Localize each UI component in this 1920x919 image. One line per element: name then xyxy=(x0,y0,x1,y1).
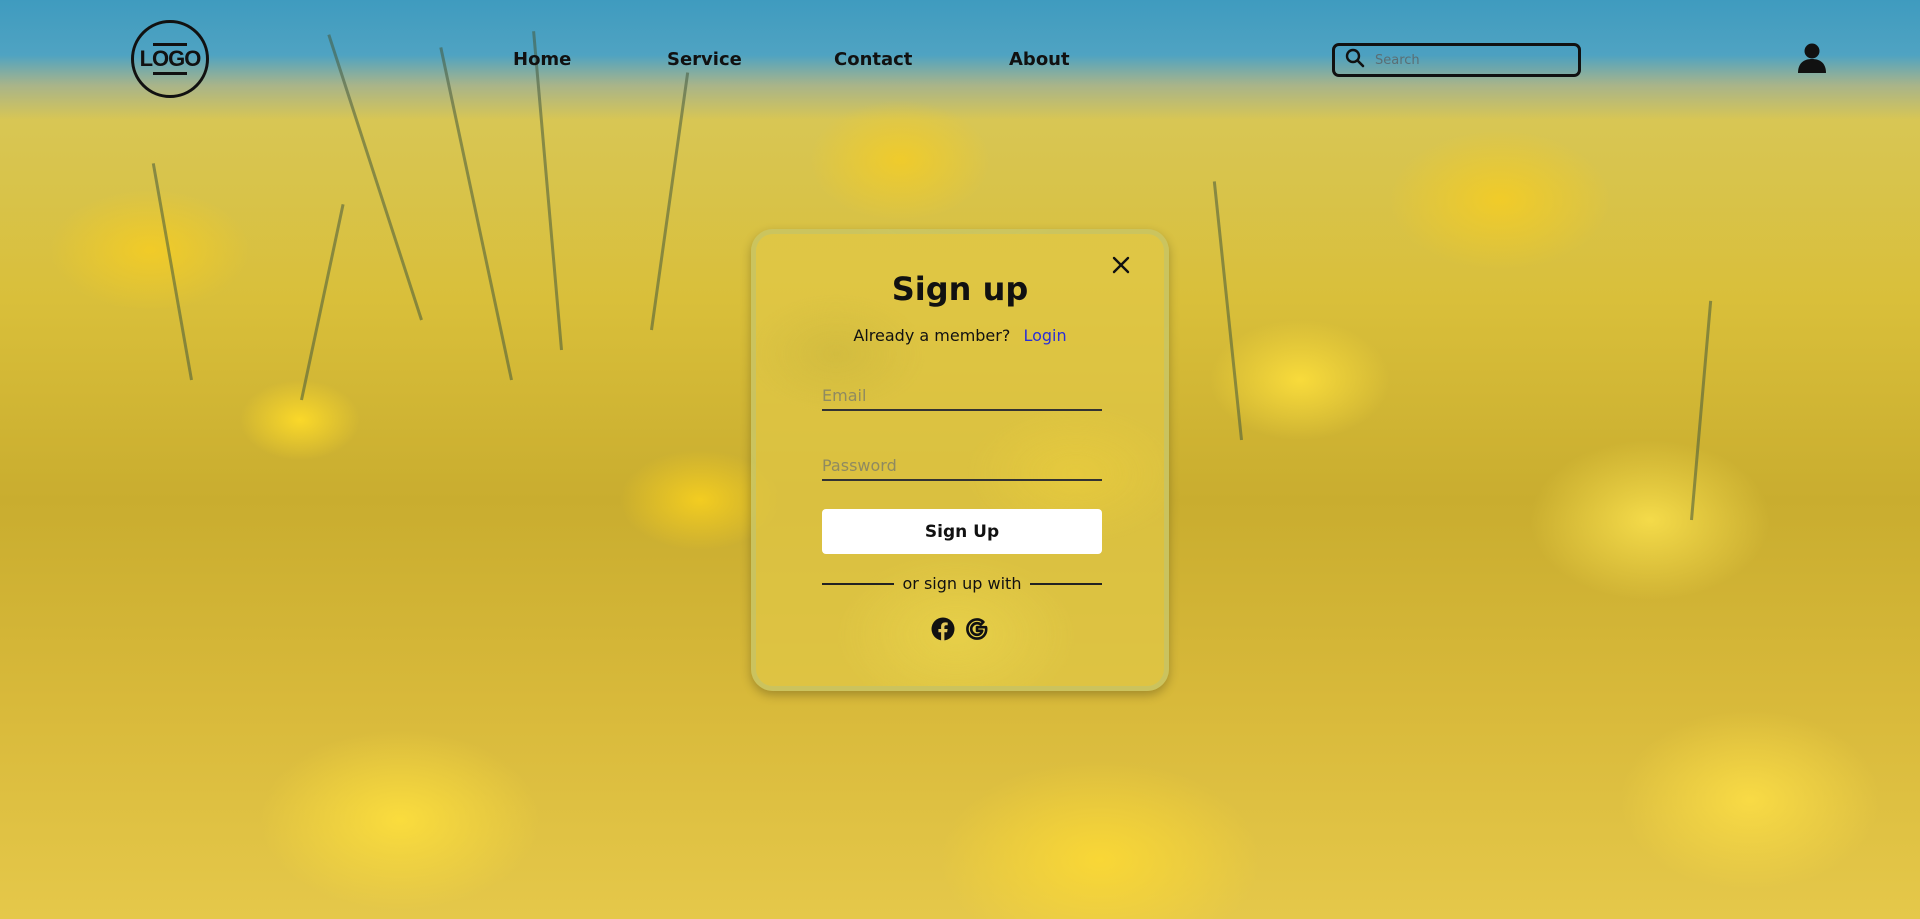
search-box[interactable] xyxy=(1332,43,1581,77)
logo-text: LOGO xyxy=(139,46,202,71)
password-field[interactable] xyxy=(822,452,1102,481)
nav-contact[interactable]: Contact xyxy=(834,48,912,72)
google-icon[interactable] xyxy=(965,617,989,645)
divider-text: or sign up with xyxy=(902,574,1022,593)
facebook-icon[interactable] xyxy=(931,617,955,645)
user-icon[interactable] xyxy=(1797,42,1827,78)
search-input[interactable] xyxy=(1373,51,1557,69)
logo-bar-bottom xyxy=(153,72,187,75)
logo[interactable]: LOGO xyxy=(131,20,209,98)
modal-title: Sign up xyxy=(891,270,1029,308)
divider-line-left xyxy=(822,582,894,585)
member-prompt: Already a member? xyxy=(853,326,1011,345)
social-buttons xyxy=(756,617,1164,645)
divider-line-right xyxy=(1029,582,1102,585)
search-icon xyxy=(1335,48,1365,72)
member-prompt-row: Already a member? Login xyxy=(756,326,1164,345)
social-divider: or sign up with xyxy=(822,574,1102,593)
nav-service[interactable]: Service xyxy=(667,48,742,72)
signup-modal: Sign up Already a member? Login Sign Up … xyxy=(751,229,1169,691)
nav-about[interactable]: About xyxy=(1009,48,1070,72)
email-field[interactable] xyxy=(822,382,1102,411)
nav-home[interactable]: Home xyxy=(513,48,571,72)
login-link[interactable]: Login xyxy=(1023,326,1066,345)
signup-button[interactable]: Sign Up xyxy=(822,509,1102,554)
